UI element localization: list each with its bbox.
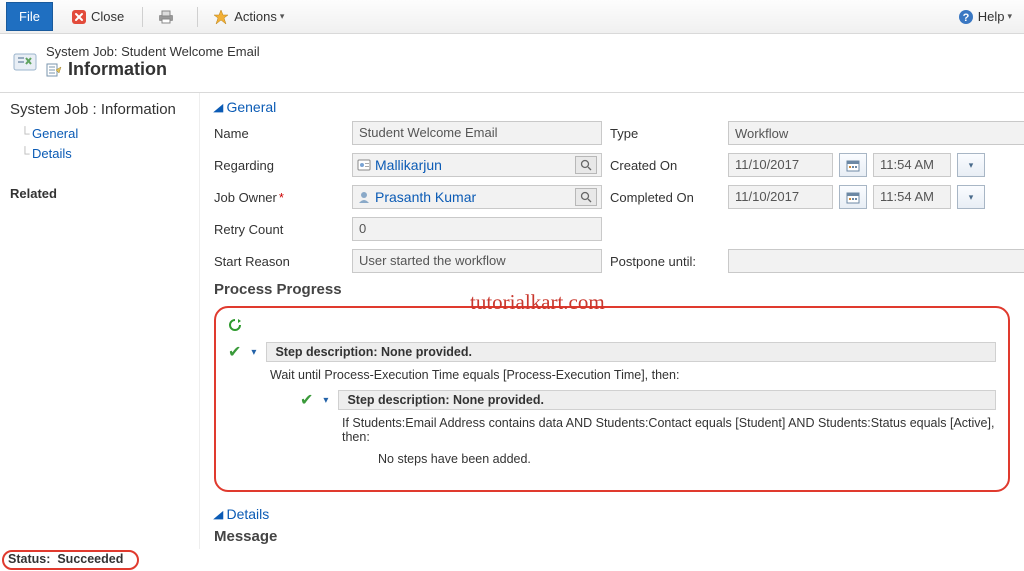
name-label: Name xyxy=(214,126,344,141)
collapse-icon: ◢ xyxy=(213,508,223,521)
sidebar: System Job : Information └ General └ Det… xyxy=(0,93,200,554)
status-value: Succeeded xyxy=(57,552,123,566)
completed-on-date: 11/10/2017 xyxy=(728,185,833,209)
svg-text:?: ? xyxy=(962,12,969,24)
regarding-lookup[interactable]: Mallikarjun xyxy=(352,153,602,177)
section-label: General xyxy=(226,99,276,115)
step2-header: Step description: None provided. xyxy=(338,390,996,410)
breadcrumb: System Job: Student Welcome Email xyxy=(46,44,260,59)
section-details-header[interactable]: ◢ Details xyxy=(214,506,1010,522)
print-button[interactable] xyxy=(149,5,187,29)
regarding-label: Regarding xyxy=(214,158,344,173)
record-header: System Job: Student Welcome Email Inform… xyxy=(0,34,1024,93)
calendar-icon xyxy=(846,158,860,172)
file-menu-button[interactable]: File xyxy=(6,2,53,31)
sidebar-item-label: General xyxy=(32,124,78,144)
refresh-icon[interactable] xyxy=(228,318,996,332)
close-label: Close xyxy=(91,9,124,24)
section-general-header[interactable]: ◢ General xyxy=(214,99,1010,115)
date-picker-button[interactable] xyxy=(839,153,867,177)
step1-body: Wait until Process-Execution Time equals… xyxy=(270,368,996,382)
actions-label: Actions xyxy=(234,9,277,24)
separator xyxy=(197,7,198,27)
sidebar-item-details[interactable]: └ Details xyxy=(18,144,189,164)
chevron-down-icon: ▾ xyxy=(969,192,974,203)
tree-branch-icon: └ xyxy=(18,144,32,164)
retry-count-label: Retry Count xyxy=(214,222,344,237)
status-label: Status: xyxy=(8,552,50,566)
time-picker-button[interactable]: ▾ xyxy=(957,185,985,209)
process-progress-heading: Process Progress xyxy=(214,281,1010,298)
page-title: Information xyxy=(68,59,167,80)
actions-menu-button[interactable]: Actions ▾ xyxy=(204,5,292,29)
start-reason-value: User started the workflow xyxy=(352,249,602,273)
user-icon xyxy=(357,190,371,204)
close-icon xyxy=(71,9,87,25)
toolbar: File Close Actions ▾ ? Help ▾ xyxy=(0,0,1024,34)
system-job-icon xyxy=(12,49,40,75)
general-form: Name Student Welcome Email Type Workflow… xyxy=(214,121,1010,273)
step2-empty: No steps have been added. xyxy=(378,452,996,466)
job-owner-value: Prasanth Kumar xyxy=(375,189,575,205)
printer-icon xyxy=(157,9,175,25)
separator xyxy=(142,7,143,27)
type-label: Type xyxy=(610,126,720,141)
close-button[interactable]: Close xyxy=(63,5,132,29)
step1-header: Step description: None provided. xyxy=(266,342,996,362)
step2-body: If Students:Email Address contains data … xyxy=(342,416,996,444)
lookup-button[interactable] xyxy=(575,188,597,206)
completed-on-label: Completed On xyxy=(610,190,720,205)
required-marker: * xyxy=(279,190,284,205)
content: ◢ General Name Student Welcome Email Typ… xyxy=(200,93,1024,554)
message-heading: Message xyxy=(214,528,1010,545)
search-icon xyxy=(580,191,592,203)
help-button[interactable]: ? Help ▾ xyxy=(952,5,1018,29)
sidebar-related-heading: Related xyxy=(10,186,189,201)
gear-star-icon xyxy=(212,9,230,25)
help-icon: ? xyxy=(958,9,974,25)
completed-on-time: 11:54 AM xyxy=(873,185,951,209)
name-field: Student Welcome Email xyxy=(352,121,602,145)
section-label: Details xyxy=(226,506,269,522)
sidebar-item-label: Details xyxy=(32,144,72,164)
check-icon: ✔ xyxy=(228,342,241,362)
job-owner-label: Job Owner* xyxy=(214,190,344,205)
step2-row: ✔ ▾ Step description: None provided. xyxy=(300,390,996,410)
tree-branch-icon: └ xyxy=(18,124,32,144)
expand-icon[interactable]: ▾ xyxy=(251,347,256,358)
postpone-until-value xyxy=(728,249,1024,273)
sidebar-item-general[interactable]: └ General xyxy=(18,124,189,144)
type-value: Workflow xyxy=(735,126,788,141)
chevron-down-icon: ▾ xyxy=(969,160,974,171)
regarding-value: Mallikarjun xyxy=(375,157,575,173)
help-label: Help xyxy=(978,9,1005,24)
process-progress-box: ✔ ▾ Step description: None provided. Wai… xyxy=(214,306,1010,492)
time-picker-button[interactable]: ▾ xyxy=(957,153,985,177)
status-pill: Status: Succeeded xyxy=(2,550,139,570)
search-icon xyxy=(580,159,592,171)
created-on-time: 11:54 AM xyxy=(873,153,951,177)
contact-icon xyxy=(357,158,371,172)
calendar-icon xyxy=(846,190,860,204)
postpone-until-label: Postpone until: xyxy=(610,254,720,269)
created-on-date: 11/10/2017 xyxy=(728,153,833,177)
retry-count-value: 0 xyxy=(352,217,602,241)
status-bar: Status: Succeeded xyxy=(0,549,1024,571)
type-select[interactable]: Workflow ▾ xyxy=(728,121,1024,145)
chevron-down-icon: ▾ xyxy=(280,11,285,22)
main-area: System Job : Information └ General └ Det… xyxy=(0,93,1024,554)
start-reason-label: Start Reason xyxy=(214,254,344,269)
collapse-icon: ◢ xyxy=(213,101,223,114)
step1-row: ✔ ▾ Step description: None provided. xyxy=(228,342,996,362)
expand-icon[interactable]: ▾ xyxy=(323,395,328,406)
date-picker-button[interactable] xyxy=(839,185,867,209)
job-owner-lookup[interactable]: Prasanth Kumar xyxy=(352,185,602,209)
check-icon: ✔ xyxy=(300,390,313,410)
lookup-button[interactable] xyxy=(575,156,597,174)
chevron-down-icon: ▾ xyxy=(1007,11,1012,22)
sidebar-title: System Job : Information xyxy=(10,101,189,118)
created-on-label: Created On xyxy=(610,158,720,173)
form-icon xyxy=(46,62,62,78)
